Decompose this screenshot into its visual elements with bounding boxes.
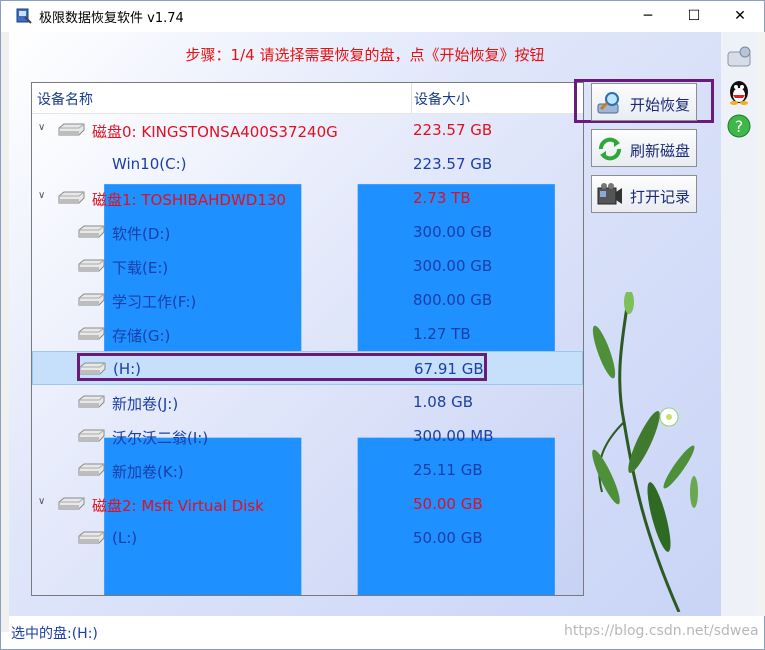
disk-row[interactable]: ∨ 磁盘1: TOSHIBAHDWD130 2.73 TB xyxy=(32,181,583,215)
drive-icon xyxy=(78,395,105,408)
partition-row[interactable]: 学习工作(F:) 800.00 GB xyxy=(32,283,583,317)
partition-row[interactable]: 下载(E:) 300.00 GB xyxy=(32,249,583,283)
disk-list[interactable]: 设备名称 设备大小 ∨ 磁盘0: KINGSTONSA400S37240G 223.… xyxy=(31,82,584,596)
start-recovery-label: 开始恢复 xyxy=(630,96,691,114)
drive-icon xyxy=(78,259,105,272)
svg-text:?: ? xyxy=(735,117,744,136)
hard-disk-icon xyxy=(58,497,85,510)
drive-icon xyxy=(78,429,105,442)
partition-row[interactable]: Win10(C:) 223.57 GB xyxy=(32,147,583,595)
refresh-disk-button[interactable]: 刷新磁盘 xyxy=(591,129,697,167)
qq-icon[interactable] xyxy=(725,78,753,106)
hard-disk-icon xyxy=(58,123,85,136)
open-log-label: 打开记录 xyxy=(630,188,691,206)
status-bar: 选中的盘:(H:) https://blog.csdn.net/sdwea xyxy=(9,619,759,645)
close-button[interactable]: ✕ xyxy=(717,1,763,31)
camera-icon xyxy=(597,183,622,205)
chevron-down-icon[interactable]: ∨ xyxy=(38,497,48,507)
partition-name: 学习工作(F:) xyxy=(112,293,197,311)
title-bar[interactable]: 极限数据恢复软件 v1.74 ─ ☐ ✕ xyxy=(1,1,764,31)
partition-name: 新加卷(J:) xyxy=(112,395,179,413)
disk-name: 磁盘0: KINGSTONSA400S37240G xyxy=(92,123,338,141)
column-header-name[interactable]: 设备名称 xyxy=(37,89,93,109)
disk-row[interactable]: ∨ 磁盘2: Msft Virtual Disk 50.00 GB xyxy=(32,487,583,521)
partition-row[interactable]: 新加卷(J:) 1.08 GB xyxy=(32,385,583,419)
window-title: 极限数据恢复软件 v1.74 xyxy=(39,11,184,26)
column-separator[interactable] xyxy=(411,83,412,113)
list-header: 设备名称 设备大小 xyxy=(32,83,583,114)
app-window: 极限数据恢复软件 v1.74 ─ ☐ ✕ 步骤：1/4 请选择需要恢复的盘，点《… xyxy=(0,0,765,650)
chevron-down-icon[interactable]: ∨ xyxy=(38,191,48,201)
side-toolbar: ? xyxy=(721,32,757,616)
maximize-button[interactable]: ☐ xyxy=(671,1,717,31)
partition-row[interactable]: 软件(D:) 300.00 GB xyxy=(32,215,583,249)
background-window-slice xyxy=(1,32,9,632)
partition-size: 1.08 GB xyxy=(413,393,474,411)
partition-row[interactable]: 存储(G:) 1.27 TB xyxy=(32,317,583,351)
drive-icon xyxy=(78,531,105,544)
partition-name: 软件(D:) xyxy=(112,225,171,243)
open-log-button[interactable]: 打开记录 xyxy=(591,175,697,213)
drive-icon xyxy=(78,293,105,306)
chevron-down-icon[interactable]: ∨ xyxy=(38,123,48,133)
app-icon xyxy=(16,8,32,24)
partition-size: 1.27 TB xyxy=(413,325,471,343)
partition-row[interactable]: (L:) 50.00 GB xyxy=(32,521,583,555)
partition-size: 50.00 GB xyxy=(413,495,483,513)
drive-icon xyxy=(78,327,105,340)
main-panel: 步骤：1/4 请选择需要恢复的盘，点《开始恢复》按钮 设备名称 设备大小 ∨ 磁盘… xyxy=(9,32,721,616)
step-instruction: 步骤：1/4 请选择需要恢复的盘，点《开始恢复》按钮 xyxy=(185,46,545,64)
partition-size: 2.73 TB xyxy=(413,189,471,207)
partition-name: (L:) xyxy=(112,529,138,547)
selection-highlight xyxy=(77,353,487,381)
minimize-button[interactable]: ─ xyxy=(625,1,671,31)
partition-name: 存储(G:) xyxy=(112,327,171,345)
disk-name: 磁盘2: Msft Virtual Disk xyxy=(92,497,264,515)
partition-size: 800.00 GB xyxy=(413,291,493,309)
hard-disk-icon xyxy=(58,191,85,204)
partition-size: 223.57 GB xyxy=(413,121,493,139)
partition-size: 50.00 GB xyxy=(413,529,483,547)
partition-size: 300.00 MB xyxy=(413,427,494,445)
disk-name: 磁盘1: TOSHIBAHDWD130 xyxy=(92,191,286,209)
watermark: https://blog.csdn.net/sdwea xyxy=(564,623,759,639)
start-recovery-button[interactable]: 开始恢复 xyxy=(591,83,697,121)
selected-disk-status: 选中的盘:(H:) xyxy=(11,626,98,642)
partition-size: 223.57 GB xyxy=(413,155,493,173)
partition-size: 300.00 GB xyxy=(413,223,493,241)
flower-decoration xyxy=(592,292,698,612)
settings-icon[interactable] xyxy=(725,44,753,72)
partition-name: Win10(C:) xyxy=(112,155,187,173)
right-edge xyxy=(757,32,765,616)
magnifier-icon xyxy=(597,92,619,114)
partition-name: 新加卷(K:) xyxy=(112,463,184,481)
drive-icon xyxy=(78,463,105,476)
partition-name: 下载(E:) xyxy=(112,259,169,277)
help-icon[interactable]: ? xyxy=(725,112,753,140)
column-header-size[interactable]: 设备大小 xyxy=(414,89,470,109)
disk-row[interactable]: ∨ 磁盘0: KINGSTONSA400S37240G 223.57 GB xyxy=(32,113,583,147)
refresh-disk-label: 刷新磁盘 xyxy=(630,142,691,160)
partition-size: 25.11 GB xyxy=(413,461,483,479)
partition-size: 300.00 GB xyxy=(413,257,493,275)
partition-row[interactable]: (H:) 67.91 GB xyxy=(32,351,583,385)
partition-row[interactable]: 沃尔沃二翁(I:) 300.00 MB xyxy=(32,419,583,453)
partition-name: 沃尔沃二翁(I:) xyxy=(112,429,209,447)
drive-icon xyxy=(78,225,105,238)
refresh-icon xyxy=(599,137,621,161)
partition-row[interactable]: 新加卷(K:) 25.11 GB xyxy=(32,453,583,487)
